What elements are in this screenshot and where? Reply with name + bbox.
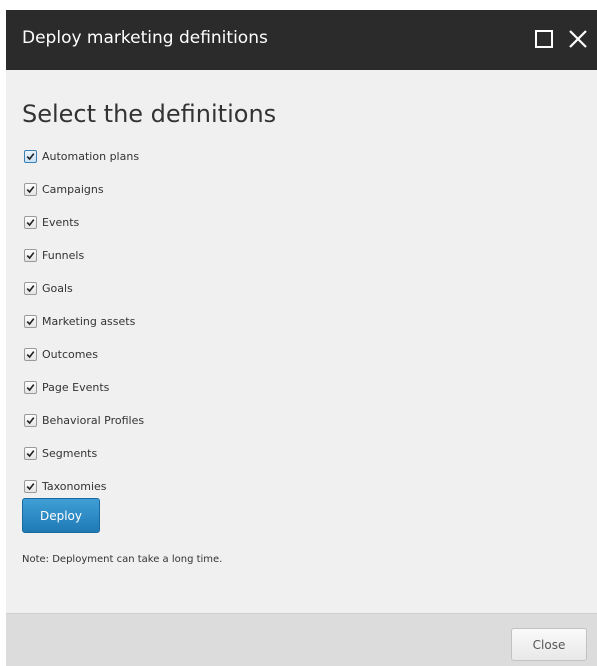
- checkbox-label: Events: [42, 215, 80, 229]
- definition-checkbox-item[interactable]: Outcomes: [24, 346, 98, 362]
- checkbox-label: Marketing assets: [42, 314, 136, 328]
- definition-checkbox-item[interactable]: Funnels: [24, 247, 84, 263]
- checkbox-label: Automation plans: [42, 149, 140, 163]
- maximize-icon[interactable]: [533, 28, 555, 50]
- close-icon[interactable]: [567, 28, 589, 50]
- checkbox[interactable]: [24, 248, 37, 262]
- close-button[interactable]: Close: [511, 628, 587, 661]
- definition-checkbox-item[interactable]: Page Events: [24, 379, 109, 395]
- checkmark-icon: [26, 350, 35, 358]
- checkbox[interactable]: [24, 347, 37, 361]
- dialog-title: Deploy marketing definitions: [22, 28, 268, 48]
- checkbox[interactable]: [24, 446, 37, 460]
- checkbox-label: Campaigns: [42, 182, 104, 196]
- checkmark-icon: [26, 482, 35, 490]
- dialog-footer: Close: [6, 613, 597, 666]
- checkbox-label: Outcomes: [42, 347, 98, 361]
- checkmark-icon: [26, 251, 35, 259]
- definition-checkbox-item[interactable]: Events: [24, 214, 79, 230]
- checkbox-label: Page Events: [42, 380, 110, 394]
- checkbox[interactable]: [24, 215, 37, 229]
- checkmark-icon: [26, 416, 35, 424]
- definition-checkbox-item[interactable]: Automation plans: [24, 148, 139, 164]
- checkbox[interactable]: [24, 182, 37, 196]
- checkmark-icon: [26, 218, 35, 226]
- checkmark-icon: [26, 383, 35, 391]
- checkbox-label: Segments: [42, 446, 98, 460]
- checkbox-label: Taxonomies: [42, 479, 107, 493]
- deploy-button[interactable]: Deploy: [22, 498, 100, 533]
- checkmark-icon: [26, 152, 35, 160]
- checkbox[interactable]: [24, 314, 37, 328]
- definition-checkbox-item[interactable]: Taxonomies: [24, 478, 107, 494]
- checkbox-label: Goals: [42, 281, 73, 295]
- checkbox-label: Funnels: [42, 248, 85, 262]
- checkbox[interactable]: [24, 149, 37, 163]
- definition-checkbox-item[interactable]: Behavioral Profiles: [24, 412, 144, 428]
- checkbox[interactable]: [24, 380, 37, 394]
- dialog-titlebar: Deploy marketing definitions: [6, 10, 597, 70]
- checkmark-icon: [26, 449, 35, 457]
- definition-checkbox-item[interactable]: Segments: [24, 445, 97, 461]
- checkbox[interactable]: [24, 479, 37, 493]
- checkmark-icon: [26, 317, 35, 325]
- section-heading: Select the definitions: [22, 100, 277, 128]
- checkbox-label: Behavioral Profiles: [42, 413, 145, 427]
- deployment-note: Note: Deployment can take a long time.: [22, 554, 223, 565]
- definition-checkbox-item[interactable]: Marketing assets: [24, 313, 135, 329]
- definition-checkbox-item[interactable]: Campaigns: [24, 181, 104, 197]
- checkmark-icon: [26, 185, 35, 193]
- dialog-body: Select the definitions Automation plans C…: [6, 70, 597, 613]
- deploy-dialog: Deploy marketing definitions Select the …: [6, 10, 597, 666]
- checkbox[interactable]: [24, 281, 37, 295]
- definition-checkbox-item[interactable]: Goals: [24, 280, 73, 296]
- checkmark-icon: [26, 284, 35, 292]
- checkbox[interactable]: [24, 413, 37, 427]
